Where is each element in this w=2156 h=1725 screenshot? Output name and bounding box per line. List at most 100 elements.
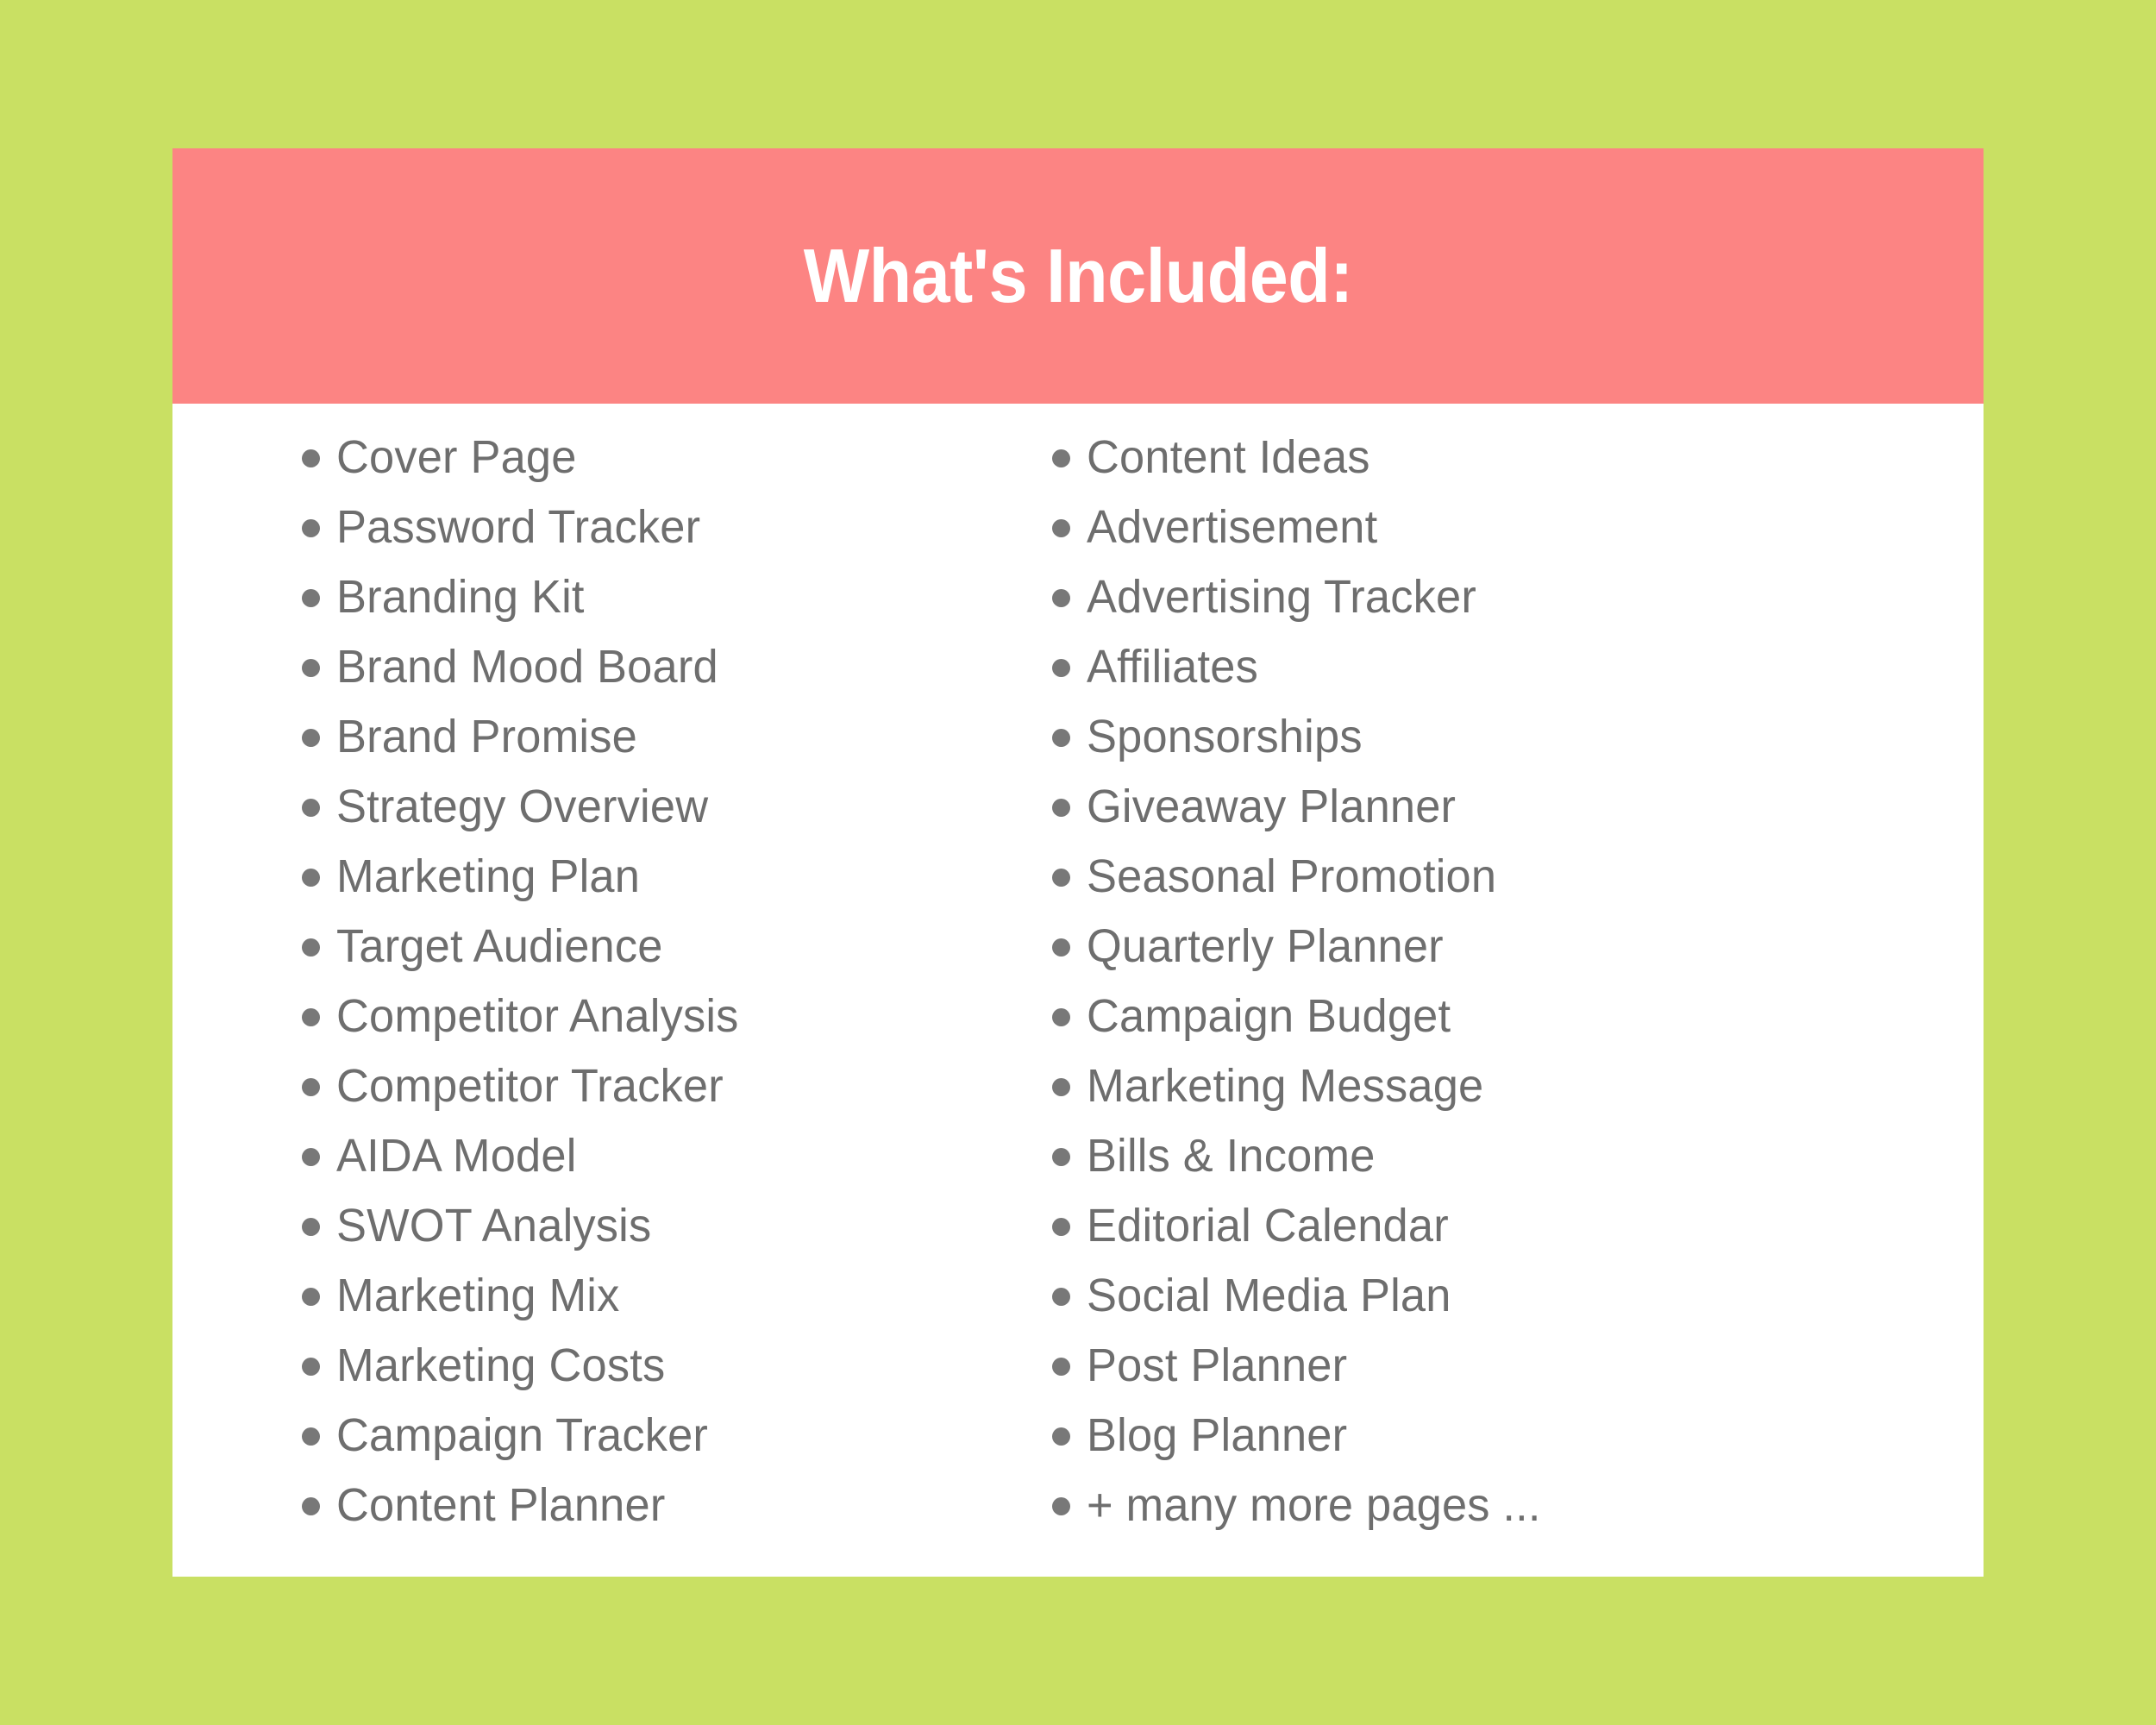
list-item-label: Marketing Mix	[336, 1270, 620, 1321]
list-item-label: Advertising Tracker	[1087, 571, 1476, 623]
list-item-label: Marketing Message	[1087, 1060, 1484, 1112]
list-item: Cover Page	[302, 423, 923, 492]
bullet-icon	[302, 588, 320, 607]
bullet-icon	[1052, 658, 1070, 677]
list-item-label: Strategy Overview	[336, 781, 709, 832]
list-item-label: Seasonal Promotion	[1087, 850, 1497, 902]
list-item: Bills & Income	[1052, 1121, 1984, 1191]
list-item: Marketing Message	[1052, 1051, 1984, 1121]
list-item: Password Tracker	[302, 492, 923, 562]
list-item-label: Brand Promise	[336, 711, 637, 762]
list-item-label: Marketing Plan	[336, 850, 641, 902]
bullet-icon	[1052, 588, 1070, 607]
list-item: SWOT Analysis	[302, 1191, 923, 1261]
bullet-icon	[302, 938, 320, 957]
list-item: Branding Kit	[302, 562, 923, 632]
list-item-label: SWOT Analysis	[336, 1200, 652, 1251]
list-item: Competitor Analysis	[302, 982, 923, 1051]
list-item-label: Advertisement	[1087, 501, 1378, 553]
bullet-icon	[1052, 1427, 1070, 1446]
bullet-icon	[1052, 1077, 1070, 1096]
bullet-icon	[302, 1427, 320, 1446]
list-item-label: Giveaway Planner	[1087, 781, 1457, 832]
bullet-icon	[302, 1217, 320, 1236]
list-item: Seasonal Promotion	[1052, 842, 1984, 912]
list-item-label: Affiliates	[1087, 641, 1258, 693]
right-column: Content Ideas Advertisement Advertising …	[1052, 423, 1984, 1540]
list-item-label: Marketing Costs	[336, 1339, 666, 1391]
bullet-icon	[302, 1147, 320, 1166]
bullet-icon	[302, 728, 320, 747]
list-item: Editorial Calendar	[1052, 1191, 1984, 1261]
list-item: Strategy Overview	[302, 772, 923, 842]
list-item-label: Campaign Budget	[1087, 990, 1451, 1042]
bullet-icon	[1052, 938, 1070, 957]
right-item-list: Content Ideas Advertisement Advertising …	[1052, 423, 1984, 1540]
bullet-icon	[302, 1007, 320, 1026]
list-item: Advertisement	[1052, 492, 1984, 562]
list-item-label: Sponsorships	[1087, 711, 1363, 762]
list-item: AIDA Model	[302, 1121, 923, 1191]
list-item-label: Editorial Calendar	[1087, 1200, 1449, 1251]
list-item: Competitor Tracker	[302, 1051, 923, 1121]
list-item-label: Campaign Tracker	[336, 1409, 709, 1461]
bullet-icon	[1052, 1007, 1070, 1026]
whats-included-card: What's Included: Cover Page Password Tra…	[172, 148, 1984, 1577]
bullet-icon	[302, 1496, 320, 1515]
bullet-icon	[1052, 728, 1070, 747]
list-item-label: Branding Kit	[336, 571, 585, 623]
card-body: Cover Page Password Tracker Branding Kit…	[172, 404, 1984, 1577]
bullet-icon	[1052, 1357, 1070, 1376]
bullet-icon	[302, 798, 320, 817]
list-item: Content Planner	[302, 1471, 923, 1540]
list-item: Sponsorships	[1052, 702, 1984, 772]
bullet-icon	[1052, 448, 1070, 467]
list-item: Giveaway Planner	[1052, 772, 1984, 842]
bullet-icon	[1052, 868, 1070, 887]
list-item: Marketing Costs	[302, 1331, 923, 1401]
list-item-label: Brand Mood Board	[336, 641, 718, 693]
list-item: Campaign Budget	[1052, 982, 1984, 1051]
list-item: Post Planner	[1052, 1331, 1984, 1401]
bullet-icon	[1052, 798, 1070, 817]
bullet-icon	[1052, 1147, 1070, 1166]
bullet-icon	[302, 518, 320, 537]
left-column: Cover Page Password Tracker Branding Kit…	[172, 423, 923, 1540]
poster-canvas: What's Included: Cover Page Password Tra…	[0, 0, 2156, 1725]
list-item: Marketing Plan	[302, 842, 923, 912]
card-header-band: What's Included:	[172, 148, 1984, 404]
bullet-icon	[302, 1357, 320, 1376]
list-item-label: Password Tracker	[336, 501, 701, 553]
bullet-icon	[302, 868, 320, 887]
bullet-icon	[1052, 1496, 1070, 1515]
list-item: Content Ideas	[1052, 423, 1984, 492]
list-item-label: Target Audience	[336, 920, 663, 972]
list-item-label: Content Planner	[336, 1479, 666, 1531]
bullet-icon	[1052, 1217, 1070, 1236]
list-item-label: Competitor Analysis	[336, 990, 739, 1042]
list-item: Campaign Tracker	[302, 1401, 923, 1471]
list-item: Affiliates	[1052, 632, 1984, 702]
list-item-label: Bills & Income	[1087, 1130, 1376, 1182]
list-item-label: Cover Page	[336, 431, 577, 483]
list-item: Marketing Mix	[302, 1261, 923, 1331]
bullet-icon	[302, 448, 320, 467]
list-item-label: Post Planner	[1087, 1339, 1348, 1391]
bullet-icon	[1052, 1287, 1070, 1306]
page-title: What's Included:	[803, 233, 1353, 318]
list-item: Blog Planner	[1052, 1401, 1984, 1471]
bullet-icon	[302, 658, 320, 677]
list-item-label: Quarterly Planner	[1087, 920, 1444, 972]
list-item: Brand Mood Board	[302, 632, 923, 702]
list-item: Social Media Plan	[1052, 1261, 1984, 1331]
left-item-list: Cover Page Password Tracker Branding Kit…	[302, 423, 923, 1540]
list-item-label: Content Ideas	[1087, 431, 1370, 483]
list-item: Advertising Tracker	[1052, 562, 1984, 632]
list-item: + many more pages ...	[1052, 1471, 1984, 1540]
list-item-label: Blog Planner	[1087, 1409, 1348, 1461]
list-item-label: Social Media Plan	[1087, 1270, 1451, 1321]
bullet-icon	[302, 1287, 320, 1306]
list-item-label: AIDA Model	[336, 1130, 577, 1182]
list-item: Brand Promise	[302, 702, 923, 772]
list-item: Target Audience	[302, 912, 923, 982]
